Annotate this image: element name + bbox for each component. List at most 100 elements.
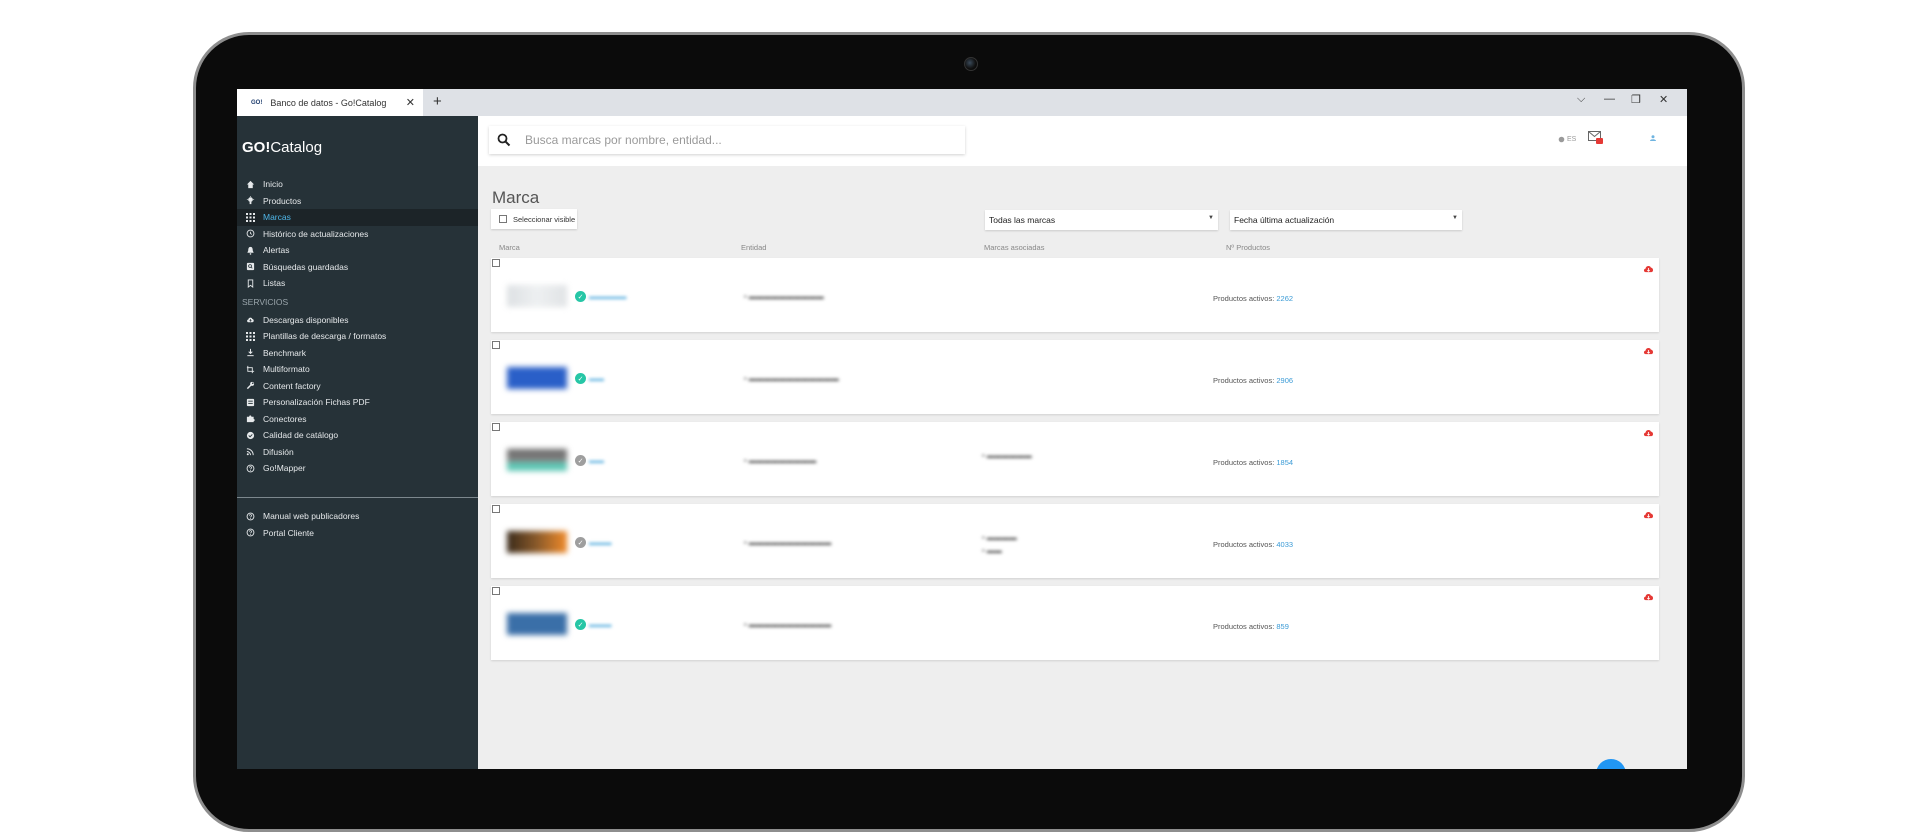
sidebar-item-conectores[interactable]: Conectores — [237, 411, 478, 428]
grid-icon — [246, 212, 255, 222]
sidebar-item-listas[interactable]: Listas — [237, 275, 478, 292]
lightbulb-icon — [246, 196, 255, 205]
cloud-download-icon[interactable] — [1643, 428, 1654, 437]
active-products-count[interactable]: 4033 — [1276, 540, 1293, 549]
brands-filter-select[interactable]: Todas las marcas ▼ — [985, 210, 1218, 230]
check-circle-icon — [246, 431, 255, 440]
language-selector[interactable]: ES — [1558, 136, 1576, 143]
brand-name[interactable]: ▬▬▬ — [589, 538, 612, 547]
maximize-icon[interactable]: ❐ — [1631, 93, 1641, 106]
verified-icon: ✓ — [575, 619, 586, 630]
table-row[interactable]: ✓ ▬▬ • ▬▬▬▬▬▬▬▬▬ • ▬▬▬▬▬▬ Productos acti… — [491, 422, 1659, 496]
sidebar-item-manual[interactable]: Manual web publicadores — [237, 508, 478, 525]
mail-icon[interactable] — [1588, 131, 1603, 144]
sidebar-item-difusion[interactable]: Difusión — [237, 444, 478, 461]
main-content: Marca Seleccionar visible Todas las marc… — [478, 166, 1687, 769]
active-products: Productos activos: 2906 — [1213, 376, 1294, 385]
cloud-download-icon[interactable] — [1643, 592, 1654, 601]
sidebar-item-fichas-pdf[interactable]: Personalización Fichas PDF — [237, 394, 478, 411]
browser-tab[interactable]: GO! Banco de datos - Go!Catalog ✕ — [237, 89, 423, 116]
grid-icon — [246, 331, 255, 341]
column-header-entidad: Entidad — [741, 243, 767, 252]
sort-select[interactable]: Fecha última actualización ▼ — [1230, 210, 1462, 230]
sidebar-item-portal-cliente[interactable]: Portal Cliente — [237, 525, 478, 542]
minimize-icon[interactable]: — — [1604, 93, 1615, 105]
close-tab-icon[interactable]: ✕ — [406, 96, 415, 109]
chevron-down-icon: ▼ — [1452, 215, 1458, 221]
sidebar-item-busquedas[interactable]: Búsquedas guardadas — [237, 259, 478, 276]
associated-brands: • ▬▬▬▬ • ▬▬ — [982, 533, 1017, 555]
verified-icon: ✓ — [575, 373, 586, 384]
active-products-count[interactable]: 1854 — [1276, 458, 1293, 467]
sidebar-item-historico[interactable]: Histórico de actualizaciones — [237, 226, 478, 243]
bookmark-icon — [246, 279, 255, 288]
new-tab-button[interactable]: + — [433, 93, 442, 110]
saved-search-icon — [246, 262, 255, 271]
cloud-download-icon[interactable] — [1643, 346, 1654, 355]
table-row[interactable]: ✓ ▬▬▬▬▬ • ▬▬▬▬▬▬▬▬▬▬ Productos activos: … — [491, 258, 1659, 332]
puzzle-icon — [246, 414, 255, 423]
active-products-count[interactable]: 859 — [1276, 622, 1289, 631]
sidebar-item-benchmark[interactable]: Benchmark — [237, 345, 478, 362]
sidebar-item-inicio[interactable]: Inicio — [237, 176, 478, 193]
entity-name: • ▬▬▬▬▬▬▬▬▬▬▬▬ — [744, 374, 839, 383]
sidebar-item-descargas[interactable]: Descargas disponibles — [237, 312, 478, 329]
sidebar: GO!Catalog Inicio Productos Marcas Histó… — [237, 116, 478, 769]
row-checkbox[interactable] — [492, 505, 500, 513]
table-row[interactable]: ✓ ▬▬ • ▬▬▬▬▬▬▬▬▬▬▬▬ Productos activos: 2… — [491, 340, 1659, 414]
search-input[interactable] — [523, 132, 947, 148]
cloud-download-icon[interactable] — [1643, 264, 1654, 273]
brand-logo — [507, 613, 567, 635]
brand-name[interactable]: ▬▬ — [589, 456, 604, 465]
column-header-marca: Marca — [499, 243, 520, 252]
active-products: Productos activos: 859 — [1213, 622, 1289, 631]
active-products-count[interactable]: 2906 — [1276, 376, 1293, 385]
row-checkbox[interactable] — [492, 259, 500, 267]
bell-icon — [246, 246, 255, 255]
brand-name[interactable]: ▬▬ — [589, 374, 604, 383]
history-icon — [246, 229, 255, 238]
sidebar-item-plantillas[interactable]: Plantillas de descarga / formatos — [237, 328, 478, 345]
sidebar-item-productos[interactable]: Productos — [237, 193, 478, 210]
active-products: Productos activos: 1854 — [1213, 458, 1294, 467]
entity-name: • ▬▬▬▬▬▬▬▬▬▬▬ — [744, 538, 832, 547]
verified-icon: ✓ — [575, 291, 586, 302]
unverified-icon: ✓ — [575, 455, 586, 466]
sidebar-item-content-factory[interactable]: Content factory — [237, 378, 478, 395]
row-checkbox[interactable] — [492, 341, 500, 349]
cloud-download-icon[interactable] — [1643, 510, 1654, 519]
sidebar-item-calidad[interactable]: Calidad de catálogo — [237, 427, 478, 444]
brand-name[interactable]: ▬▬▬▬▬ — [589, 292, 627, 301]
section-label-servicios: SERVICIOS — [242, 296, 289, 307]
table-row[interactable]: ✓ ▬▬▬ • ▬▬▬▬▬▬▬▬▬▬▬ • ▬▬▬▬ • ▬▬ Productos… — [491, 504, 1659, 578]
tab-search-icon[interactable]: ⌵ — [1577, 93, 1585, 106]
select-visible-checkbox[interactable] — [499, 215, 507, 223]
wrench-icon — [246, 381, 255, 390]
brands-filter-value: Todas las marcas — [989, 215, 1056, 225]
tab-title: Banco de datos - Go!Catalog — [270, 97, 387, 108]
user-icon — [1650, 135, 1656, 141]
brand-name[interactable]: ▬▬▬ — [589, 620, 612, 629]
sidebar-item-alertas[interactable]: Alertas — [237, 242, 478, 259]
sidebar-item-multiformato[interactable]: Multiformato — [237, 361, 478, 378]
select-visible-button[interactable]: Seleccionar visible — [491, 209, 577, 229]
column-header-productos: Nº Productos — [1226, 243, 1271, 252]
language-code: ES — [1567, 136, 1577, 143]
search-bar — [489, 126, 965, 154]
help-circle-icon — [246, 464, 255, 473]
entity-name: • ▬▬▬▬▬▬▬▬▬ — [744, 456, 817, 465]
active-products-count[interactable]: 2262 — [1276, 294, 1293, 303]
sidebar-item-marcas[interactable]: Marcas — [237, 209, 478, 226]
row-checkbox[interactable] — [492, 587, 500, 595]
close-window-icon[interactable]: ✕ — [1659, 93, 1668, 106]
app-logo[interactable]: GO!Catalog — [242, 139, 322, 156]
sidebar-item-gomapper[interactable]: Go!Mapper — [237, 460, 478, 477]
transform-icon — [246, 365, 255, 374]
user-menu[interactable] — [1650, 135, 1656, 143]
row-checkbox[interactable] — [492, 423, 500, 431]
sort-value: Fecha última actualización — [1234, 215, 1335, 225]
column-header-marcas-asociadas: Marcas asociadas — [984, 243, 1045, 252]
table-row[interactable]: ✓ ▬▬▬ • ▬▬▬▬▬▬▬▬▬▬▬ Productos activos: 8… — [491, 586, 1659, 660]
page-title: Marca — [492, 188, 540, 207]
brand-logo — [507, 449, 567, 471]
